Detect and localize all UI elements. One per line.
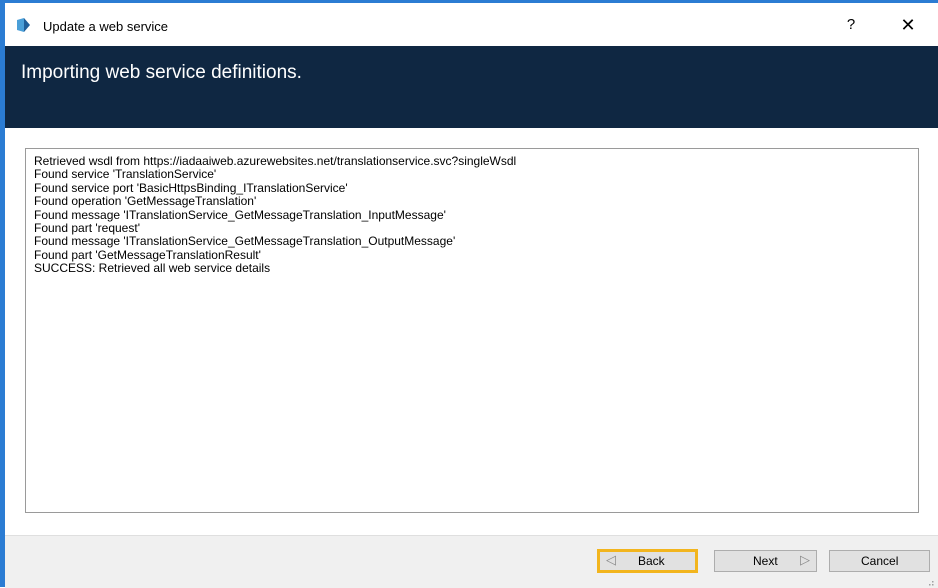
next-button[interactable]: Next ▷: [714, 550, 817, 572]
log-line: Retrieved wsdl from https://iadaaiweb.az…: [34, 154, 517, 168]
chevron-right-icon: ▷: [800, 552, 810, 567]
window-title: Update a web service: [43, 19, 169, 34]
log-line: Found service 'TranslationService': [34, 167, 217, 182]
cancel-button-label: Cancel: [861, 554, 899, 568]
back-button[interactable]: ◁ Back: [597, 549, 698, 573]
chevron-left-icon: ◁: [606, 552, 616, 567]
log-line: SUCCESS: Retrieved all web service detai…: [34, 261, 271, 276]
log-line: Found part 'GetMessageTranslationResult': [34, 247, 261, 262]
help-button[interactable]: ?: [835, 11, 867, 39]
cancel-button[interactable]: Cancel: [829, 550, 930, 572]
log-line: Found message 'ITranslationService_GetMe…: [34, 234, 456, 249]
main-content: Retrieved wsdl from https://iadaaiweb.az…: [5, 128, 938, 535]
resize-grip-icon[interactable]: [926, 578, 934, 586]
log-line: Found message 'ITranslationService_GetMe…: [34, 207, 446, 222]
log-line: Found part 'request': [34, 221, 140, 236]
next-button-label: Next: [753, 554, 778, 568]
button-bar: ◁ Back Next ▷ Cancel: [5, 535, 938, 588]
app-icon: [17, 18, 30, 32]
page-title: Importing web service definitions.: [21, 62, 302, 83]
log-lines: Retrieved wsdl from https://iadaaiweb.az…: [26, 154, 517, 276]
log-line: Found operation 'GetMessageTranslation': [34, 194, 257, 209]
title-bar[interactable]: Update a web service ? ✕: [5, 3, 938, 46]
header-banner: Importing web service definitions.: [5, 46, 938, 128]
log-line: Found service port 'BasicHttpsBinding_IT…: [34, 180, 348, 195]
close-button[interactable]: ✕: [890, 11, 926, 39]
log-output-textbox[interactable]: Retrieved wsdl from https://iadaaiweb.az…: [25, 148, 919, 513]
back-button-label: Back: [638, 554, 665, 568]
